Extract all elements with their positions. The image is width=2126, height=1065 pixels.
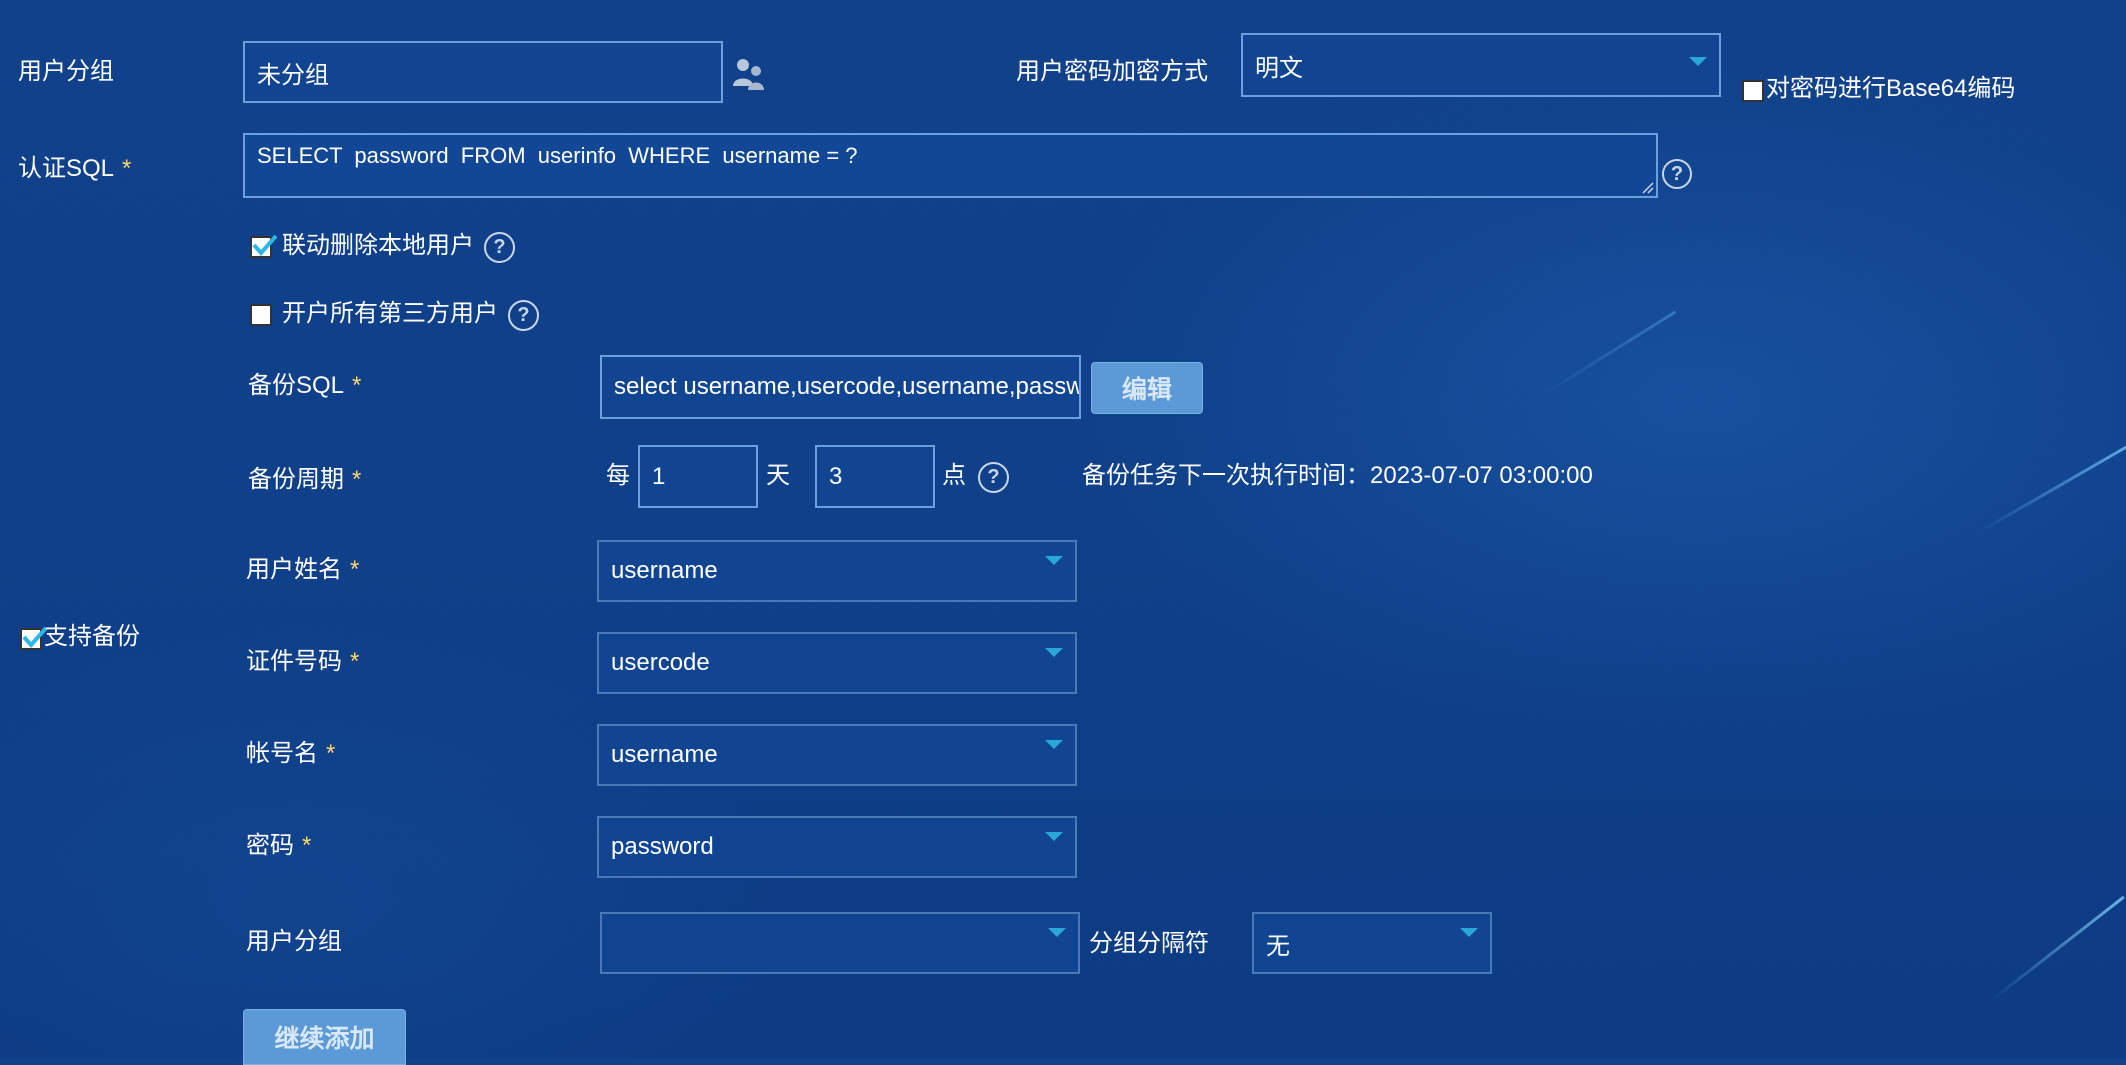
cascade-delete-label: 联动删除本地用户: [282, 232, 474, 259]
required-mark: *: [122, 155, 132, 182]
hour-unit-label: 点: [942, 462, 966, 489]
continue-add-button[interactable]: 继续添加: [243, 1009, 406, 1065]
question-circle-icon[interactable]: ?: [978, 462, 1009, 493]
field-label-full-name: 用户姓名 *: [246, 555, 359, 585]
field-label-user-group: 用户分组: [246, 928, 342, 955]
support-backup-checkbox[interactable]: [20, 626, 48, 650]
account-name-label-text: 帐号名: [246, 740, 318, 767]
question-circle-icon[interactable]: ?: [1662, 159, 1692, 189]
required-mark: *: [350, 648, 360, 675]
group-separator-select[interactable]: 无: [1252, 912, 1492, 974]
users-icon[interactable]: [731, 56, 767, 92]
auth-sql-textarea[interactable]: SELECT password FROM userinfo WHERE user…: [243, 133, 1658, 198]
auth-sql-value: SELECT password FROM userinfo WHERE user…: [257, 143, 858, 168]
auth-sql-label-text: 认证SQL: [18, 155, 115, 182]
auth-sql-label: 认证SQL *: [18, 154, 131, 184]
backup-day-value: 1: [652, 462, 666, 490]
next-run-time-text: 备份任务下一次执行时间：2023-07-07 03:00:00: [1082, 462, 1593, 489]
caret-down-icon: [1045, 648, 1063, 657]
field-label-password: 密码 *: [246, 831, 311, 861]
day-unit-label: 天: [766, 462, 790, 489]
full-name-select[interactable]: username: [597, 540, 1077, 602]
user-group-input[interactable]: 未分组: [243, 41, 723, 103]
caret-down-icon: [1460, 928, 1478, 937]
backup-sql-value: select username,usercode,username,passwo…: [614, 373, 1081, 400]
bg-streak: [1989, 895, 2125, 1003]
caret-down-icon: [1045, 832, 1063, 841]
password-encryption-value: 明文: [1255, 54, 1303, 82]
backup-sql-label-text: 备份SQL: [248, 372, 345, 399]
user-group-value: 未分组: [257, 61, 329, 89]
group-separator-label: 分组分隔符: [1089, 930, 1209, 957]
backup-period-label: 备份周期 *: [248, 465, 361, 495]
password-label-text: 密码: [246, 832, 294, 859]
support-backup-label: 支持备份: [44, 623, 140, 650]
question-circle-icon[interactable]: ?: [508, 300, 539, 331]
open-all-third-party-checkbox[interactable]: [250, 304, 272, 326]
id-number-select[interactable]: usercode: [597, 632, 1077, 694]
account-name-select[interactable]: username: [597, 724, 1077, 786]
bg-streak: [1539, 310, 1677, 398]
required-mark: *: [352, 372, 362, 399]
field-label-account-name: 帐号名 *: [246, 739, 335, 769]
password-select-value: password: [611, 833, 714, 860]
base64-checkbox[interactable]: [1742, 80, 1764, 102]
group-separator-value: 无: [1266, 932, 1290, 960]
edit-button[interactable]: 编辑: [1091, 362, 1203, 414]
caret-down-icon: [1048, 928, 1066, 937]
bg-streak: [1979, 445, 2126, 533]
resize-handle-icon[interactable]: [1640, 180, 1654, 194]
question-circle-icon[interactable]: ?: [484, 232, 515, 263]
id-number-select-value: usercode: [611, 649, 710, 676]
backup-sql-label: 备份SQL *: [248, 371, 361, 401]
check-icon: [252, 234, 278, 257]
caret-down-icon: [1689, 57, 1707, 66]
backup-day-input[interactable]: 1: [638, 445, 758, 508]
user-group-field-select[interactable]: [600, 912, 1080, 974]
every-label: 每: [606, 462, 630, 489]
id-number-label-text: 证件号码: [246, 648, 342, 675]
password-select[interactable]: password: [597, 816, 1077, 878]
password-encryption-label: 用户密码加密方式: [1016, 58, 1208, 85]
cascade-delete-checkbox[interactable]: [250, 234, 278, 258]
base64-label: 对密码进行Base64编码: [1766, 75, 2016, 102]
backup-sql-input[interactable]: select username,usercode,username,passwo…: [600, 355, 1081, 419]
backup-period-label-text: 备份周期: [248, 466, 344, 493]
backup-hour-input[interactable]: 3: [815, 445, 935, 508]
full-name-label-text: 用户姓名: [246, 556, 342, 583]
required-mark: *: [326, 740, 336, 767]
required-mark: *: [352, 466, 362, 493]
password-encryption-select[interactable]: 明文: [1241, 33, 1721, 97]
account-name-select-value: username: [611, 741, 718, 768]
required-mark: *: [302, 832, 312, 859]
backup-hour-value: 3: [829, 462, 843, 490]
field-label-id-number: 证件号码 *: [246, 647, 359, 677]
full-name-select-value: username: [611, 557, 718, 584]
caret-down-icon: [1045, 556, 1063, 565]
open-all-third-party-label: 开户所有第三方用户: [282, 300, 498, 327]
caret-down-icon: [1045, 740, 1063, 749]
user-group-label: 用户分组: [18, 58, 114, 85]
required-mark: *: [350, 556, 360, 583]
